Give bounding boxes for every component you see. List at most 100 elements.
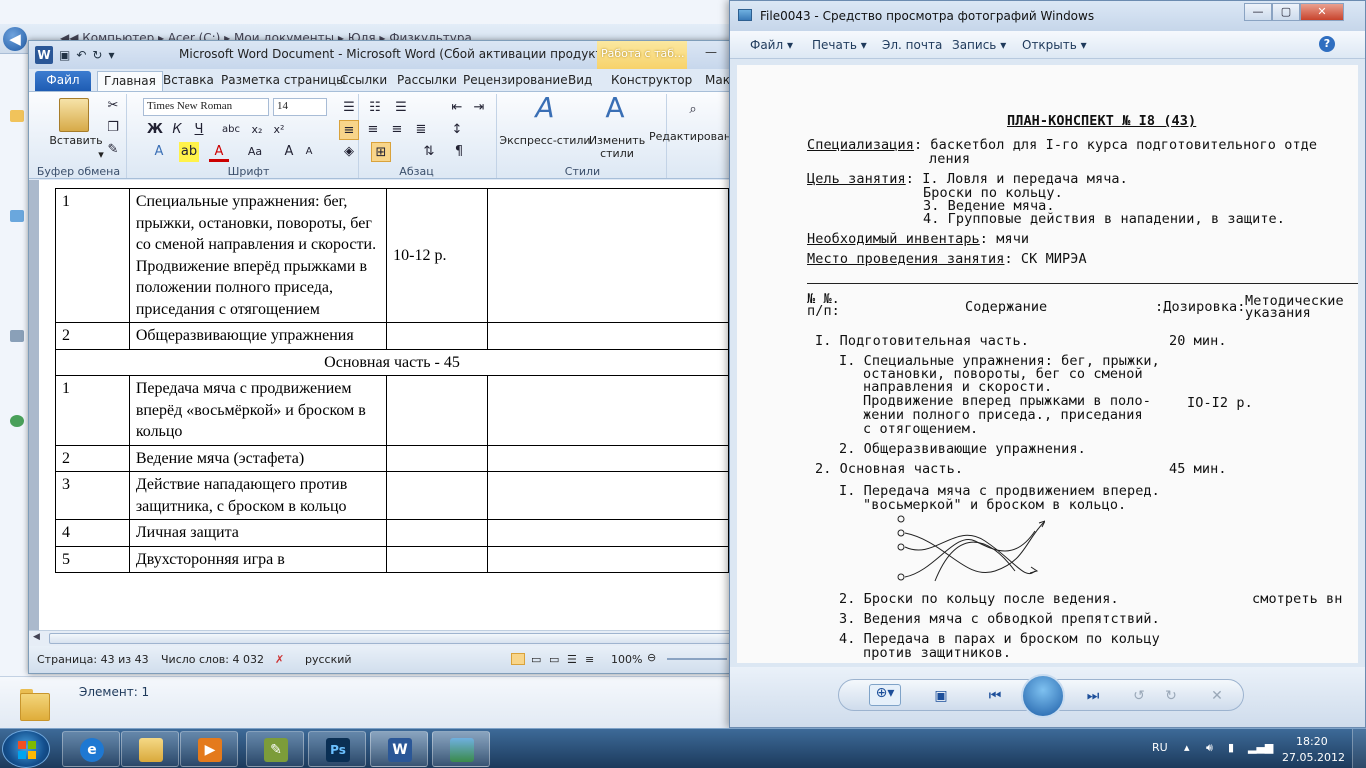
row-notes[interactable] (487, 322, 729, 350)
paste-button[interactable]: Вставить (41, 134, 111, 147)
paste-icon[interactable] (59, 98, 89, 132)
row-content[interactable]: Личная защита (128, 519, 388, 547)
row-dose[interactable] (386, 444, 489, 472)
scroll-left-icon[interactable]: ◀ (33, 632, 40, 642)
folder-icon[interactable] (10, 110, 24, 122)
tray-expand-icon[interactable]: ▴ (1184, 741, 1190, 754)
taskbar-media-player[interactable]: ▶ (180, 731, 238, 767)
taskbar-ie[interactable]: e (62, 731, 120, 767)
customize-qat-icon[interactable]: ▾ (108, 48, 114, 62)
minimize-button[interactable]: — (1244, 3, 1272, 21)
row-number[interactable]: 2 (55, 444, 130, 472)
help-icon[interactable]: ? (1319, 36, 1335, 52)
grow-font-icon[interactable]: A (279, 142, 299, 162)
delete-icon[interactable]: ✕ (1207, 688, 1227, 704)
sort-icon[interactable]: ⇅ (419, 142, 439, 162)
minimize-button[interactable]: — (699, 45, 723, 63)
multilevel-list-icon[interactable]: ☰ (391, 98, 411, 118)
zoom-slider[interactable] (667, 658, 727, 660)
font-size-select[interactable]: 14 (273, 98, 327, 116)
row-notes[interactable] (487, 519, 729, 547)
menu-open[interactable]: Открыть ▾ (1022, 38, 1087, 52)
redo-icon[interactable]: ↻ (92, 48, 102, 62)
zoom-level[interactable]: 100% (611, 653, 642, 666)
tab-review[interactable]: Рецензирование (457, 71, 574, 91)
row-dose[interactable] (386, 375, 489, 446)
document-page[interactable]: 1 Специальные упражнения: бег, прыжки, о… (39, 180, 729, 630)
rotate-right-icon[interactable]: ↻ (1161, 688, 1181, 704)
word-logo-icon[interactable]: W (35, 46, 53, 64)
tab-file[interactable]: Файл (35, 71, 91, 91)
clock-date[interactable]: 27.05.2012 (1282, 751, 1345, 764)
tab-view[interactable]: Вид (562, 71, 598, 91)
library-icon[interactable] (10, 210, 24, 222)
scanned-document-image[interactable]: ПЛАН-КОНСПЕКТ № I8 (43) Специализация: б… (737, 65, 1358, 663)
taskbar-explorer[interactable] (121, 731, 179, 767)
tab-references[interactable]: Ссылки (334, 71, 393, 91)
tab-home[interactable]: Главная (97, 71, 163, 91)
previous-icon[interactable]: ⏮ (985, 688, 1005, 704)
menu-print[interactable]: Печать ▾ (812, 38, 867, 52)
clock-time[interactable]: 18:20 (1296, 735, 1328, 748)
row-number[interactable]: 1 (55, 188, 130, 323)
menu-file[interactable]: Файл ▾ (750, 38, 793, 52)
zoom-icon[interactable]: ⊕▾ (869, 684, 901, 706)
language-indicator[interactable]: русский (305, 653, 352, 666)
bold-icon[interactable]: Ж (145, 120, 165, 140)
back-button[interactable]: ◀ (3, 27, 27, 51)
draft-icon[interactable]: ≡ (585, 653, 594, 666)
row-number[interactable]: 4 (55, 519, 130, 547)
font-color-icon[interactable]: A (209, 142, 229, 162)
row-content[interactable]: Действие нападающего против защитника, с… (128, 471, 388, 520)
row-number[interactable]: 5 (55, 545, 130, 573)
page-indicator[interactable]: Страница: 43 из 43 (37, 653, 149, 666)
row-number[interactable]: 1 (55, 375, 130, 446)
subscript-icon[interactable]: x₂ (247, 120, 267, 140)
row-content[interactable]: Общеразвивающие упражнения (128, 322, 388, 350)
row-dose[interactable]: 10-12 р. (386, 188, 489, 323)
row-content[interactable]: Двухсторонняя игра в (128, 545, 388, 573)
maximize-button[interactable]: ▢ (1272, 3, 1300, 21)
computer-icon[interactable] (10, 330, 24, 342)
align-left-icon[interactable]: ≡ (339, 120, 359, 140)
align-right-icon[interactable]: ≡ (387, 120, 407, 140)
word-count[interactable]: Число слов: 4 032 (161, 653, 264, 666)
row-dose[interactable] (386, 519, 489, 547)
outline-icon[interactable]: ☰ (567, 653, 577, 666)
actual-size-icon[interactable]: ▣ (931, 688, 951, 704)
font-name-select[interactable]: Times New Roman (143, 98, 269, 116)
close-button[interactable]: ✕ (1300, 3, 1344, 21)
tab-page-layout[interactable]: Разметка страницы (215, 71, 352, 91)
cut-icon[interactable]: ✂ (103, 96, 123, 116)
row-number[interactable]: 2 (55, 322, 130, 350)
rotate-left-icon[interactable]: ↺ (1129, 688, 1149, 704)
network-icon[interactable] (10, 415, 24, 427)
find-icon[interactable]: ⌕ (683, 100, 703, 120)
copy-icon[interactable]: ❐ (103, 118, 123, 138)
format-painter-icon[interactable]: ✎ (103, 140, 123, 160)
tab-mailings[interactable]: Рассылки (391, 71, 463, 91)
change-case-icon[interactable]: Aa (245, 142, 265, 162)
menu-email[interactable]: Эл. почта (882, 38, 942, 52)
undo-icon[interactable]: ↶ (76, 48, 86, 62)
row-content[interactable]: Передача мяча с продвижением вперёд «вос… (128, 375, 388, 446)
row-content[interactable]: Ведение мяча (эстафета) (128, 444, 388, 472)
change-styles-icon[interactable]: A (599, 94, 631, 130)
shading-icon[interactable]: ◈ (339, 142, 359, 162)
tab-insert[interactable]: Вставка (157, 71, 220, 91)
numbering-icon[interactable]: ☷ (365, 98, 385, 118)
save-icon[interactable]: ▣ (59, 48, 70, 62)
language-indicator[interactable]: RU (1152, 741, 1168, 754)
full-screen-reading-icon[interactable]: ▭ (531, 653, 541, 666)
row-notes[interactable] (487, 545, 729, 573)
underline-icon[interactable]: Ч (189, 120, 209, 140)
next-icon[interactable]: ⏭ (1083, 688, 1103, 704)
decrease-indent-icon[interactable]: ⇤ (447, 98, 467, 118)
taskbar-word[interactable]: W (370, 731, 428, 767)
taskbar-photoshop[interactable]: Ps (308, 731, 366, 767)
quick-styles-icon[interactable]: A (529, 94, 561, 130)
show-marks-icon[interactable]: ¶ (449, 142, 469, 162)
row-notes[interactable] (487, 188, 729, 323)
strikethrough-icon[interactable]: abc (221, 120, 241, 140)
change-styles-button[interactable]: Изменить стили (587, 134, 647, 160)
